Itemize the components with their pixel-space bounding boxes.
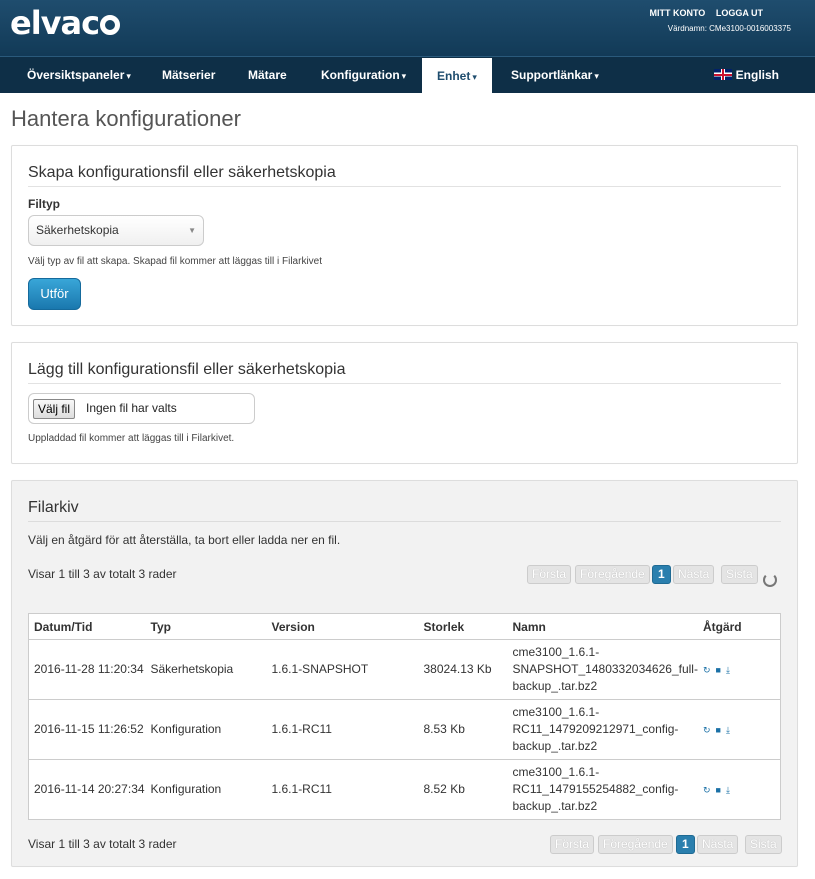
cell-version: 1.6.1-RC11 xyxy=(271,782,332,796)
trash-icon[interactable]: ■ xyxy=(716,785,721,795)
pager-current[interactable]: 1 xyxy=(676,835,695,854)
cell-type: Konfiguration xyxy=(150,782,222,796)
table-row: 2016-11-14 20:27:34 Konfiguration 1.6.1-… xyxy=(29,760,781,820)
chevron-down-icon: ▾ xyxy=(401,71,407,81)
download-icon[interactable]: ⤓ xyxy=(726,725,730,735)
nav-meter-series[interactable]: Mätserier xyxy=(162,57,215,93)
divider xyxy=(28,383,781,384)
main-nav: Översiktspaneler ▾ Mätserier Mätare Konfi… xyxy=(0,56,815,94)
table-header-row: Datum/Tid Typ Version Storlek Namn Åtgär… xyxy=(28,613,781,640)
table-info-top: Visar 1 till 3 av totalt 3 rader xyxy=(28,567,177,581)
col-date[interactable]: Datum/Tid xyxy=(28,613,146,640)
nav-configuration[interactable]: Konfiguration ▾ xyxy=(321,57,406,93)
archive-heading: Filarkiv xyxy=(28,499,79,516)
table-info-bottom: Visar 1 till 3 av totalt 3 rader xyxy=(28,837,177,851)
upload-heading: Lägg till konfigurationsfil eller säkerh… xyxy=(28,361,346,378)
cell-name: cme3100_1.6.1- SNAPSHOT_1480332034626_ful… xyxy=(507,639,698,700)
cell-version: 1.6.1-SNAPSHOT xyxy=(266,639,419,700)
restore-icon[interactable]: ↻ xyxy=(703,665,711,675)
divider xyxy=(28,521,781,522)
chevron-down-icon: ▼ xyxy=(188,226,196,235)
col-name[interactable]: Namn xyxy=(507,613,698,640)
divider xyxy=(28,186,781,187)
restore-icon[interactable]: ↻ xyxy=(703,785,711,795)
upload-hint: Uppladdad fil kommer att läggas till i F… xyxy=(28,433,235,444)
pager-first[interactable]: Första xyxy=(527,565,572,584)
choose-file-button[interactable]: Välj fil xyxy=(33,399,76,419)
pager-last[interactable]: Sista xyxy=(721,565,758,584)
pager-first[interactable]: Första xyxy=(550,835,595,854)
uk-flag-icon xyxy=(713,69,732,80)
create-hint: Välj typ av fil att skapa. Skapad fil ko… xyxy=(28,256,323,267)
create-config-panel: Skapa konfigurationsfil eller säkerhetsk… xyxy=(11,145,798,326)
submit-button[interactable]: Utför xyxy=(28,278,81,310)
cell-actions: ↻ ■ ⤓ xyxy=(697,639,781,700)
pager-prev[interactable]: Föregående xyxy=(598,835,673,854)
cell-date: 2016-11-14 20:27:34 xyxy=(34,782,145,796)
trash-icon[interactable]: ■ xyxy=(716,725,721,735)
pagination-bottom: Första Föregående 1 Nästa Sista xyxy=(550,835,782,854)
language-switch[interactable]: English xyxy=(713,57,779,93)
table-row: 2016-11-15 11:26:52 Konfiguration 1.6.1-… xyxy=(28,699,781,760)
col-size[interactable]: Storlek xyxy=(418,613,508,640)
chevron-down-icon: ▾ xyxy=(594,71,599,81)
col-type[interactable]: Typ xyxy=(145,613,267,640)
refresh-icon[interactable] xyxy=(763,573,777,587)
table-row: 2016-11-28 11:20:34 Säkerhetskopia 1.6.1… xyxy=(28,639,781,700)
cell-version: 1.6.1-RC11 xyxy=(266,699,419,760)
hostname-label: Värdnamn: CMe3100-0016003375 xyxy=(667,24,791,33)
restore-icon[interactable]: ↻ xyxy=(703,725,711,735)
app-header: elvac MITT KONTO LOGGA UT Värdnamn: CMe3… xyxy=(0,0,815,56)
cell-date: 2016-11-28 11:20:34 xyxy=(28,639,146,700)
col-action: Åtgärd xyxy=(697,613,781,640)
file-archive-panel: Filarkiv Välj en åtgärd för att återstäl… xyxy=(11,480,798,867)
download-icon[interactable]: ⤓ xyxy=(726,785,730,795)
cell-actions: ↻ ■ ⤓ xyxy=(698,760,781,820)
no-file-label: Ingen fil har valts xyxy=(86,401,177,415)
elvaco-logo[interactable]: elvac xyxy=(10,4,121,42)
nav-meters[interactable]: Mätare xyxy=(248,57,287,93)
chevron-down-icon: ▾ xyxy=(126,71,131,81)
cell-actions: ↻ ■ ⤓ xyxy=(697,699,781,760)
pager-last[interactable]: Sista xyxy=(745,835,782,854)
cell-size: 8.53 Kb xyxy=(418,699,508,760)
col-version[interactable]: Version xyxy=(266,613,419,640)
file-table: Datum/Tid Typ Version Storlek Namn Åtgär… xyxy=(28,613,781,820)
cell-size: 8.52 Kb xyxy=(423,782,465,796)
nav-overview-panels[interactable]: Översiktspaneler ▾ xyxy=(27,57,131,93)
pager-prev[interactable]: Föregående xyxy=(575,565,650,584)
logout-link[interactable]: LOGGA UT xyxy=(716,8,763,18)
upload-config-panel: Lägg till konfigurationsfil eller säkerh… xyxy=(11,342,798,464)
pager-next[interactable]: Nästa xyxy=(697,835,739,854)
create-heading: Skapa konfigurationsfil eller säkerhetsk… xyxy=(28,164,336,181)
page-title: Hantera konfigurationer xyxy=(11,106,241,131)
filetype-select[interactable]: Säkerhetskopia ▼ xyxy=(28,215,204,246)
nav-device[interactable]: Enhet ▾ xyxy=(422,58,492,94)
archive-description: Välj en åtgärd för att återställa, ta bo… xyxy=(28,533,341,547)
pagination-top: Första Föregående 1 Nästa Sista xyxy=(527,565,758,584)
cell-name: cme3100_1.6.1- RC11_1479209212971_config-… xyxy=(507,699,698,760)
cell-size: 38024.13 Kb xyxy=(418,639,508,700)
file-input[interactable]: Välj fil Ingen fil har valts xyxy=(28,393,255,424)
nav-support-links[interactable]: Supportlänkar ▾ xyxy=(511,57,599,93)
cell-name: cme3100_1.6.1- RC11_1479155254882_config-… xyxy=(512,765,679,813)
pager-next[interactable]: Nästa xyxy=(673,565,715,584)
chevron-down-icon: ▾ xyxy=(472,72,477,82)
account-links: MITT KONTO LOGGA UT xyxy=(641,8,763,18)
cell-date: 2016-11-15 11:26:52 xyxy=(28,699,146,760)
cell-type: Konfiguration xyxy=(145,699,267,760)
trash-icon[interactable]: ■ xyxy=(716,665,721,675)
filetype-label: Filtyp xyxy=(28,197,60,211)
pager-current[interactable]: 1 xyxy=(652,565,671,584)
my-account-link[interactable]: MITT KONTO xyxy=(649,8,705,18)
download-icon[interactable]: ⤓ xyxy=(726,665,730,675)
cell-type: Säkerhetskopia xyxy=(145,639,267,700)
